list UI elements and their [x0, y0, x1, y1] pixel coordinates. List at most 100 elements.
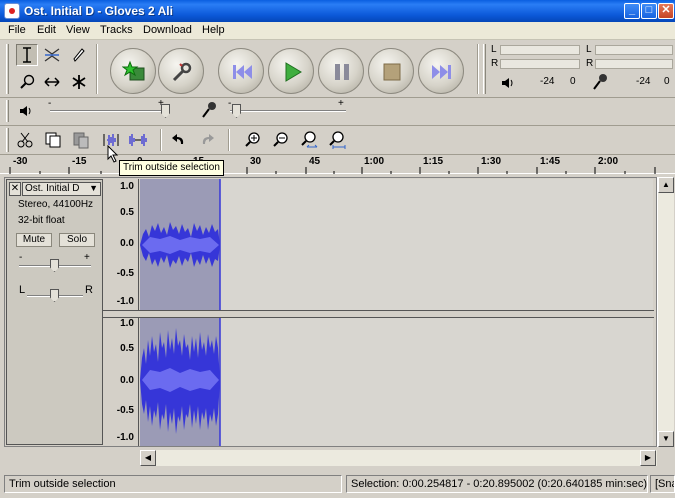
- stop-icon: [383, 63, 401, 81]
- scroll-right-arrow[interactable]: ▶: [640, 450, 656, 466]
- undo-icon: [172, 134, 184, 144]
- menu-view[interactable]: View: [66, 24, 90, 36]
- status-bar: Trim outside selection Selection: 0:00.2…: [0, 472, 675, 498]
- effects-button[interactable]: [158, 48, 204, 94]
- toolbar-divider: [0, 125, 675, 126]
- timeline-ruler[interactable]: -30 -15 0 15 30 45 1:00 1:15 1:30 1:45 2…: [0, 154, 675, 174]
- time-shift-tool[interactable]: [41, 71, 63, 93]
- toolbar-divider: [96, 44, 98, 94]
- pan-slider-thumb[interactable]: [50, 289, 59, 302]
- scroll-left-arrow[interactable]: ◀: [140, 450, 156, 466]
- toolbar-grip[interactable]: [6, 44, 9, 94]
- scissors-icon: [17, 132, 33, 148]
- scroll-down-arrow[interactable]: ▼: [658, 431, 674, 447]
- scroll-up-arrow[interactable]: ▲: [658, 177, 674, 193]
- y-label: -1.0: [116, 432, 134, 443]
- silence-button[interactable]: [126, 129, 148, 151]
- snap-readout: [Sna: [650, 475, 675, 493]
- menu-download[interactable]: Download: [143, 24, 192, 36]
- input-volume-thumb[interactable]: [232, 104, 241, 118]
- status-message: Trim outside selection: [4, 475, 342, 493]
- minimize-button[interactable]: _: [624, 3, 640, 19]
- track-name-menu[interactable]: Ost. Initial D ▼: [22, 182, 101, 196]
- meter-grip[interactable]: [483, 44, 486, 94]
- horizontal-scrollbar[interactable]: ◀ ▶: [140, 450, 657, 466]
- playback-meter-db-low: -24: [540, 76, 555, 87]
- zoom-out-button[interactable]: [270, 129, 292, 151]
- maximize-button[interactable]: □: [641, 3, 657, 19]
- paste-button[interactable]: [70, 129, 92, 151]
- skip-to-start-button[interactable]: [218, 48, 264, 94]
- record-meter-db-low: -24: [636, 76, 651, 87]
- edit-grip[interactable]: [6, 128, 9, 152]
- close-button[interactable]: ✕: [658, 3, 674, 19]
- app-icon: [4, 3, 20, 19]
- skip-to-end-button[interactable]: [418, 48, 464, 94]
- speaker-icon[interactable]: [500, 76, 514, 93]
- record-meter-right-label: R: [586, 58, 594, 69]
- y-label: 1.0: [120, 181, 134, 192]
- menu-tracks[interactable]: Tracks: [100, 24, 133, 36]
- input-slider-min: -: [228, 98, 232, 109]
- double-arrow-icon: [44, 77, 60, 87]
- zoom-in-icon: [245, 132, 260, 147]
- zoom-tool[interactable]: [16, 71, 38, 93]
- window-title: Ost. Initial D - Gloves 2 Ali: [24, 4, 173, 18]
- track-name: Ost. Initial D: [25, 183, 80, 194]
- play-icon: [285, 62, 302, 82]
- track-close-button[interactable]: ✕: [9, 182, 21, 196]
- skip-end-icon: [432, 65, 451, 79]
- import-button[interactable]: [110, 48, 156, 94]
- output-volume-slider[interactable]: [50, 110, 166, 112]
- play-button[interactable]: [268, 48, 314, 94]
- menu-bar: File Edit View Tracks Download Help: [0, 22, 675, 40]
- output-slider-min: -: [48, 98, 52, 109]
- pause-button[interactable]: [318, 48, 364, 94]
- channel-right-waveform: [140, 318, 221, 446]
- fit-project-button[interactable]: [326, 129, 348, 151]
- stop-button[interactable]: [368, 48, 414, 94]
- ibeam-icon: [23, 47, 31, 63]
- envelope-icon: [44, 48, 60, 62]
- undo-button[interactable]: [168, 129, 190, 151]
- y-label: 0.5: [120, 343, 134, 354]
- selection-tool[interactable]: [16, 44, 38, 66]
- copy-button[interactable]: [42, 129, 64, 151]
- redo-button[interactable]: [196, 129, 218, 151]
- y-label: -0.5: [116, 268, 134, 279]
- selection-readout: Selection: 0:00.254817 - 0:20.895002 (0:…: [346, 475, 648, 493]
- input-volume-slider[interactable]: [230, 110, 346, 112]
- menu-help[interactable]: Help: [202, 24, 225, 36]
- draw-tool[interactable]: [68, 44, 90, 66]
- output-volume-thumb[interactable]: [161, 104, 170, 118]
- copy-icon: [45, 132, 61, 148]
- envelope-tool[interactable]: [41, 44, 63, 66]
- zoom-in-button[interactable]: [242, 129, 264, 151]
- skip-start-icon: [233, 65, 252, 79]
- mute-button[interactable]: Mute: [16, 233, 52, 247]
- menu-edit[interactable]: Edit: [37, 24, 56, 36]
- playback-meter-left: [500, 45, 580, 55]
- microphone-icon[interactable]: [592, 73, 608, 94]
- playback-meter-right: [500, 59, 580, 69]
- title-bar: Ost. Initial D - Gloves 2 Ali _ □ ✕: [0, 0, 675, 22]
- gain-plus-label: +: [84, 252, 90, 263]
- mixer-grip[interactable]: [6, 100, 9, 122]
- record-meter-right: [595, 59, 673, 69]
- zoom-out-icon: [273, 132, 288, 147]
- y-label: -0.5: [116, 405, 134, 416]
- solo-button[interactable]: Solo: [59, 233, 95, 247]
- channel-right-vertical-ruler: 1.0 0.5 0.0 -0.5 -1.0: [103, 318, 139, 446]
- fit-selection-button[interactable]: [298, 129, 320, 151]
- wrench-icon: [172, 62, 192, 82]
- gain-slider-thumb[interactable]: [50, 259, 59, 272]
- y-label: 0.5: [120, 207, 134, 218]
- pencil-icon: [73, 48, 85, 62]
- track-bit-depth: 32-bit float: [18, 215, 65, 226]
- multi-tool[interactable]: [68, 71, 90, 93]
- cut-button[interactable]: [14, 129, 36, 151]
- y-label: 0.0: [120, 375, 134, 386]
- menu-file[interactable]: File: [8, 24, 26, 36]
- vertical-scrollbar[interactable]: ▲ ▼: [657, 177, 674, 447]
- y-label: 0.0: [120, 238, 134, 249]
